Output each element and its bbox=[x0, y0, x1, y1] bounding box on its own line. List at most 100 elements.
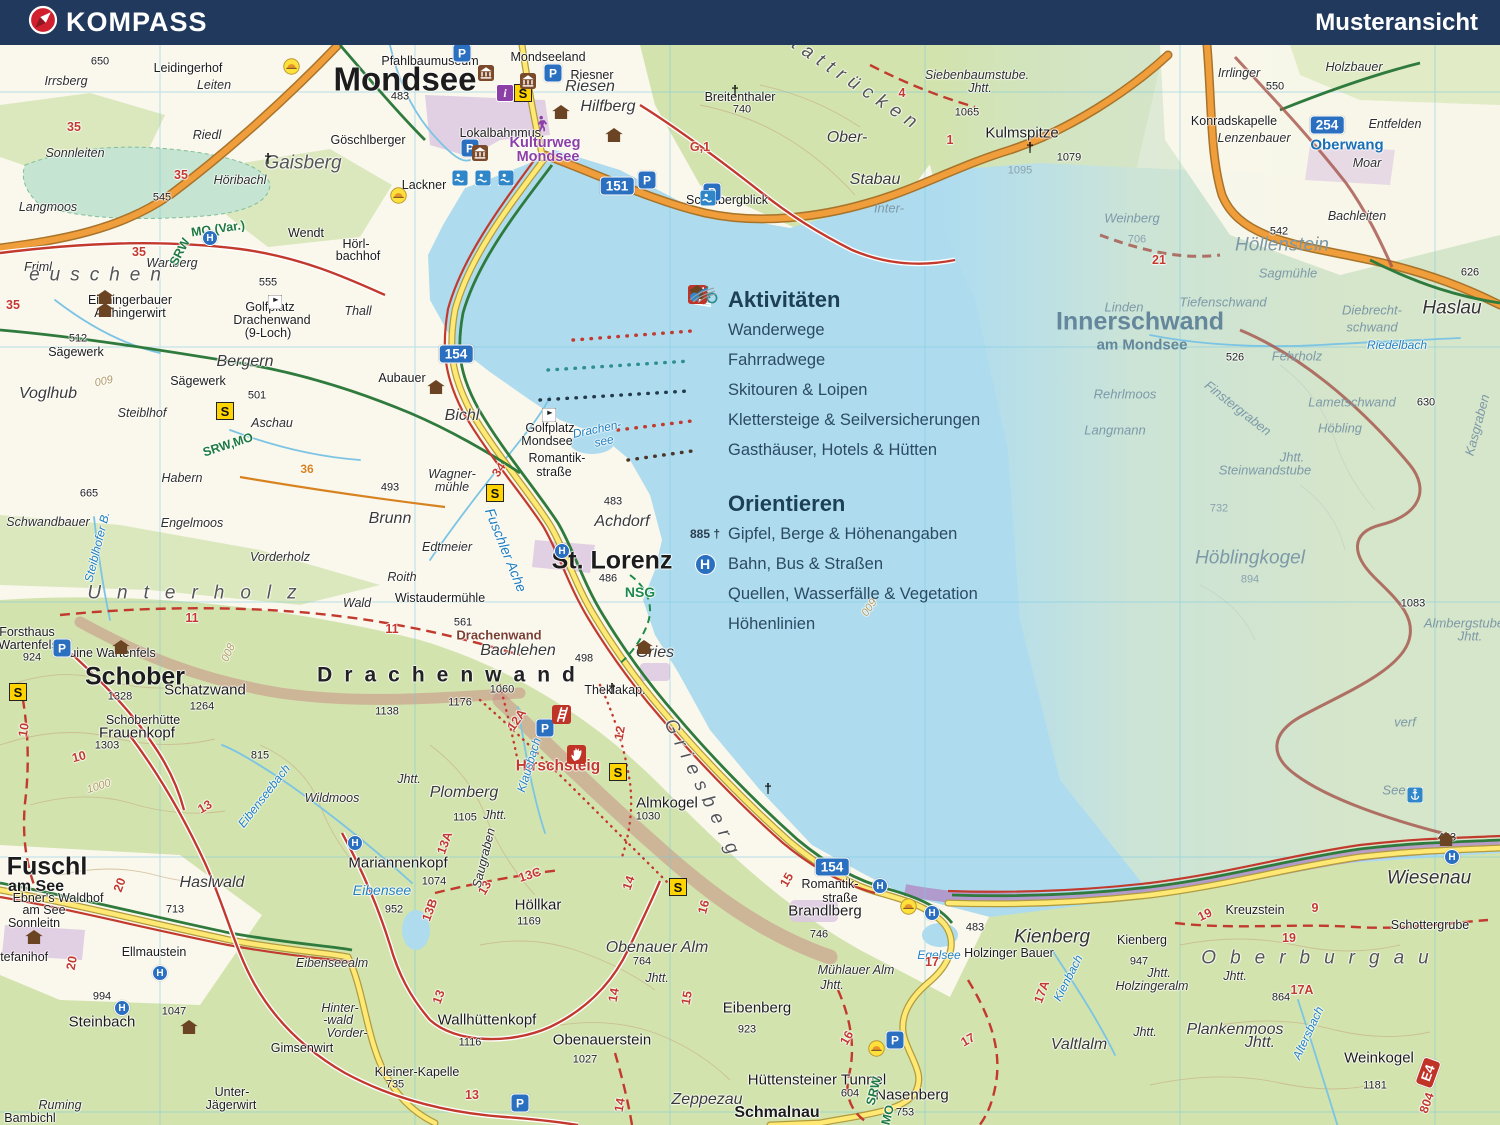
map-label: 1116 bbox=[459, 1038, 482, 1049]
map-label: Mondsee bbox=[521, 435, 572, 448]
map-label: See bbox=[1382, 784, 1405, 797]
map-label: 14 bbox=[607, 987, 622, 1003]
map-label: 947 bbox=[1130, 957, 1148, 968]
map-label: Haslau bbox=[1422, 299, 1481, 318]
map-label: 36 bbox=[300, 463, 313, 475]
map-label: 1074 bbox=[422, 877, 446, 888]
map-label: Innerschwand bbox=[1056, 310, 1224, 335]
map-label: Edtmeier bbox=[422, 541, 472, 554]
legend-item: Gasthäuser, Hotels & Hütten bbox=[688, 435, 980, 465]
map-label: (9-Loch) bbox=[245, 327, 292, 340]
map-label: Schafbergblick bbox=[686, 194, 768, 207]
map-icon-info: i bbox=[496, 84, 514, 102]
legend-item-label: Höhenlinien bbox=[728, 615, 815, 634]
map-label: Kienberg bbox=[1014, 928, 1090, 947]
legend-item: Fahrradwege bbox=[688, 345, 980, 375]
map-label: Göschlberger bbox=[330, 134, 405, 147]
legend-orientation-items: 885 †Gipfel, Berge & HöhenangabenHBahn, … bbox=[688, 519, 980, 639]
map-label: Irrlinger bbox=[1218, 67, 1260, 80]
map-icon-cross: † bbox=[1026, 139, 1034, 155]
map-label: Bambichl bbox=[4, 1112, 55, 1125]
map-label: 604 bbox=[841, 1089, 859, 1100]
map-label: Sägewerk bbox=[170, 375, 226, 388]
map-label: Achdorf bbox=[594, 514, 649, 530]
map-label: 11 bbox=[385, 623, 398, 636]
map-label: 1060 bbox=[490, 685, 514, 696]
map-label: 11 bbox=[185, 612, 198, 625]
map-label: Lenzenbauer bbox=[1218, 132, 1291, 145]
map-label: verf bbox=[1394, 716, 1416, 729]
map-label: Jhtt. bbox=[820, 979, 844, 992]
legend-item-label: Wanderwege bbox=[728, 321, 825, 340]
map-label: Leidingerhof bbox=[154, 62, 223, 75]
map-label: Hilfberg bbox=[580, 99, 635, 115]
map-label: Drachenwand bbox=[233, 314, 310, 327]
map-label: Wald bbox=[343, 597, 371, 610]
map-label: Wagner- bbox=[428, 468, 475, 481]
map-label: 650 bbox=[91, 57, 109, 68]
map-label: 894 bbox=[1241, 575, 1259, 586]
map-icon-h: H bbox=[554, 543, 570, 559]
map-label: Jhtt. bbox=[483, 809, 507, 822]
map-label: Jhtt. bbox=[1245, 1035, 1275, 1051]
map-label: Thall bbox=[344, 305, 371, 318]
map-label: Voglhub bbox=[19, 386, 77, 402]
map-label: 10 bbox=[17, 722, 32, 738]
legend-item: Wanderwege bbox=[688, 315, 980, 345]
gipfel-icon: 885 † bbox=[688, 527, 722, 541]
map-label: Aschau bbox=[251, 417, 293, 430]
map-label: 13 bbox=[465, 1089, 479, 1102]
map-label: 1181 bbox=[1363, 1081, 1387, 1092]
map-label: 1065 bbox=[955, 108, 979, 119]
legend-orientation-title: Orientieren bbox=[728, 489, 980, 519]
map-label: Gaisberg bbox=[264, 154, 341, 173]
map-label: 924 bbox=[23, 653, 41, 664]
map-icon-cross: † bbox=[764, 780, 772, 796]
map-label: Ruming bbox=[38, 1099, 81, 1112]
map-label: Hüttensteiner Tunnel bbox=[748, 1073, 886, 1088]
map-label: 12 bbox=[613, 725, 628, 741]
map-icon-h: H bbox=[924, 905, 940, 921]
map-label: Vorder- bbox=[327, 1027, 368, 1040]
map-label: 630 bbox=[1417, 398, 1435, 409]
legend-item: Quellen, Wasserfälle & Vegetation bbox=[688, 579, 980, 609]
map-label: Stefanihof bbox=[0, 951, 48, 964]
map-label: 19 bbox=[1282, 932, 1296, 945]
map-icon-h: H bbox=[114, 1000, 130, 1016]
map-label: 1079 bbox=[1057, 153, 1081, 164]
map-label: Schmalnau bbox=[734, 1105, 819, 1121]
map-label: 732 bbox=[1210, 504, 1228, 515]
map-label: 512 bbox=[69, 334, 87, 345]
map-label: 17A bbox=[1291, 984, 1314, 997]
map-label: 952 bbox=[385, 905, 403, 916]
map-label: see bbox=[593, 433, 614, 449]
map-label: Mariannenkopf bbox=[348, 856, 447, 871]
map-label: Romantik- bbox=[529, 452, 586, 465]
map-label: Sägewerk bbox=[48, 346, 104, 359]
map-label: 15 bbox=[680, 990, 695, 1006]
map-label: mühle bbox=[435, 481, 469, 494]
map-label: Langmann bbox=[1084, 424, 1145, 437]
map-label: Jhtt. bbox=[1458, 630, 1483, 643]
map-label: Eibensee bbox=[353, 883, 411, 897]
map-icon-h: H bbox=[872, 878, 888, 894]
map-label: Jhtt. bbox=[1133, 1026, 1157, 1039]
map-icon-s: S bbox=[216, 402, 234, 420]
map-label: Zeppezau bbox=[671, 1092, 742, 1108]
map-label: 994 bbox=[93, 992, 111, 1003]
map-icon-cross: † bbox=[731, 82, 739, 98]
map-label: Obenauerstein bbox=[553, 1033, 651, 1048]
map-label: Brandlberg bbox=[788, 904, 861, 919]
legend-item-label: Bahn, Bus & Straßen bbox=[728, 555, 883, 574]
map-label: Drachenwand bbox=[456, 629, 541, 642]
map-icon-p: P bbox=[638, 171, 657, 190]
map-icon-s: S bbox=[669, 878, 687, 896]
map-label: Engelmoos bbox=[161, 517, 224, 530]
map-icon-s: S bbox=[609, 763, 627, 781]
map-icon-cross: † bbox=[608, 680, 616, 696]
map-label: Ellmaustein bbox=[122, 946, 187, 959]
map-label: Wendt bbox=[288, 227, 324, 240]
map-label: Sonnleitn bbox=[8, 917, 60, 930]
map-label: 35 bbox=[174, 169, 188, 182]
map-label: 483 bbox=[604, 497, 622, 508]
